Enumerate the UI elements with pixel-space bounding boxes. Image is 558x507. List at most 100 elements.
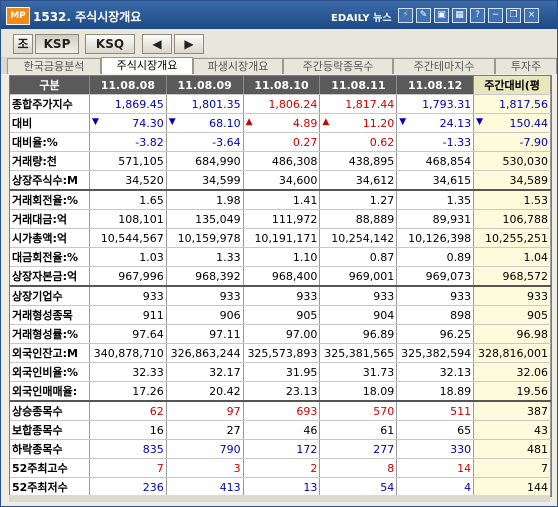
row-label: 거래대금:억 [10, 209, 90, 229]
row-label: 외국인매매율: [10, 381, 90, 402]
tab-stock-market-overview[interactable]: 주식시장개요 [101, 57, 193, 74]
cell-value: 17.26 [132, 384, 164, 398]
table-row[interactable]: 거래형성률:% 97.64 97.11 97.00 96.89 96.25 96.98 [10, 324, 551, 344]
table-cell: 468,854 [396, 151, 475, 171]
tab-weekly-advance-decline[interactable]: 주간등락종목수 [283, 58, 393, 74]
table-cell: 1.33 [166, 247, 244, 267]
restore-icon[interactable]: ❐ [506, 8, 521, 23]
table-cell: 933 [89, 285, 167, 306]
cell-value: 328,816,001 [478, 346, 548, 360]
table-cell: 13 [243, 477, 321, 496]
table-cell: 911 [89, 305, 167, 325]
picture-icon[interactable]: ▣ [434, 8, 449, 23]
ksq-button[interactable]: KSQ [85, 34, 135, 54]
tab-derivatives-overview[interactable]: 파생시장개요 [193, 58, 283, 74]
table-header-row: 구분 11.08.08 11.08.09 11.08.10 11.08.11 11.08.… [10, 76, 551, 95]
table-row[interactable]: 외국인매매율: 17.26 20.42 23.13 18.09 18.89 19.56 [10, 381, 551, 402]
ksp-button[interactable]: KSP [35, 34, 79, 54]
down-arrow-icon: ▼ [168, 116, 176, 127]
table-row[interactable]: 보합종목수 16 27 46 61 65 43 [10, 420, 551, 440]
table-cell: ▼ 24.13 [396, 113, 475, 133]
table-row[interactable]: 상장자본금:억 967,996 968,392 968,400 969,001 969,0… [10, 266, 551, 287]
table-row[interactable]: 하락종목수 835 790 172 277 330 481 [10, 439, 551, 459]
cell-value: 969,001 [348, 269, 395, 283]
table-row[interactable]: 대금회전율:% 1.03 1.33 1.10 0.87 0.89 1.04 [10, 247, 551, 267]
cell-value: 10,159,978 [177, 231, 241, 245]
cell-value: 97.64 [132, 327, 164, 341]
table-row[interactable]: 상승종목수 62 97 693 570 511 387 [10, 400, 551, 421]
table-cell: 898 [396, 305, 475, 325]
table-cell: ▲ 11.20 [319, 113, 398, 133]
table-row[interactable]: 거래량:천 571,105 684,990 486,308 438,895 468,854… [10, 151, 551, 171]
column-header-category[interactable]: 구분 [10, 76, 90, 95]
table-cell: 413 [166, 477, 244, 496]
cell-value: 330 [450, 442, 472, 456]
table-row[interactable]: 52주최고수 7 3 2 8 14 7 [10, 458, 551, 478]
cell-value: 340,878,710 [93, 346, 164, 360]
table-cell: 97 [166, 400, 244, 421]
cell-value: 438,895 [348, 154, 395, 168]
table-row[interactable]: 시가총액:억 10,544,567 10,159,978 10,191,171 10,2… [10, 228, 551, 248]
table-row[interactable]: 52주최저수 236 413 13 54 4 144 [10, 477, 551, 496]
table-cell: 32.06 [473, 362, 551, 382]
column-header[interactable]: 11.08.11 [319, 76, 398, 95]
cell-value: 1,869.45 [114, 97, 164, 111]
title-bar[interactable]: MP 1532. 주식시장개요 EDAILY 뉴스 ⚡ ✎ ▣ ▦ ? − ❐ … [1, 1, 557, 29]
row-label: 대비율:% [10, 132, 90, 152]
grid-icon[interactable]: ▦ [452, 8, 467, 23]
table-cell: 1.98 [166, 189, 244, 210]
table-cell: 97.11 [166, 324, 244, 344]
column-header[interactable]: 주간대비(평 [473, 76, 551, 95]
table-cell: 1.35 [396, 189, 475, 210]
column-header[interactable]: 11.08.12 [396, 76, 475, 95]
cell-value: 0.62 [369, 135, 395, 149]
table-row[interactable]: 상장기업수 933 933 933 933 933 933 [10, 285, 551, 306]
table-cell: 1,793.31 [396, 94, 475, 114]
table-row[interactable]: 대비 ▼ 74.30 ▼ 68.10 ▲ 4.89 ▲ 11.20 ▼ 24.13 ▼ 150.44 [10, 113, 551, 133]
table-row[interactable]: 상장주식수:M 34,520 34,599 34,600 34,612 34,615 34,… [10, 170, 551, 191]
market-overview-table: 구분 11.08.08 11.08.09 11.08.10 11.08.11 11.08.… [9, 75, 552, 497]
table-row[interactable]: 거래회전율:% 1.65 1.98 1.41 1.27 1.35 1.53 [10, 189, 551, 210]
table-cell: 2 [243, 458, 321, 478]
cell-value: 16 [149, 423, 164, 437]
edaily-news-link[interactable]: EDAILY 뉴스 [331, 9, 392, 24]
table-row[interactable]: 거래형성종목 911 906 905 904 898 905 [10, 305, 551, 325]
window-title: 1532. 주식시장개요 [33, 10, 142, 24]
cell-value: 34,599 [202, 173, 241, 187]
table-cell: -3.64 [166, 132, 244, 152]
lightning-icon[interactable]: ⚡ [398, 8, 413, 23]
column-header[interactable]: 11.08.08 [89, 76, 167, 95]
column-header[interactable]: 11.08.10 [243, 76, 321, 95]
table-cell: 511 [396, 400, 475, 421]
close-icon[interactable]: × [524, 8, 539, 23]
table-row[interactable]: 거래대금:억 108,101 135,049 111,972 88,889 89,931 1… [10, 209, 551, 229]
table-cell: 20.42 [166, 381, 244, 402]
cell-value: 905 [296, 308, 318, 322]
cell-value: 3 [233, 461, 241, 475]
table-row[interactable]: 종합주가지수 1,869.45 1,801.35 1,806.24 1,817.44 1,… [10, 94, 551, 114]
cell-value: 693 [296, 404, 318, 418]
horizontal-scrollbar[interactable] [9, 495, 550, 502]
table-row[interactable]: 외국인잔고:M 340,878,710 326,863,244 325,573,893… [10, 343, 551, 363]
tab-korea-finance-analysis[interactable]: 한국금융분석 [7, 58, 101, 74]
cell-value: 97.11 [209, 327, 241, 341]
pencil-icon[interactable]: ✎ [416, 8, 431, 23]
table-row[interactable]: 대비율:% -3.82 -3.64 0.27 0.62 -1.33 -7.90 [10, 132, 551, 152]
next-arrow-icon[interactable]: ▶ [174, 34, 204, 54]
cell-value: 32.06 [516, 365, 549, 379]
help-icon[interactable]: ? [470, 8, 485, 23]
cell-value: 413 [219, 480, 241, 494]
minimize-icon[interactable]: − [488, 8, 503, 23]
tab-investor[interactable]: 투자주 [495, 58, 557, 74]
column-header[interactable]: 11.08.09 [166, 76, 244, 95]
table-row[interactable]: 외국인비율:% 32.33 32.17 31.95 31.73 32.13 32.06 [10, 362, 551, 382]
cell-value: 18.09 [362, 384, 395, 398]
cell-value: 0.27 [292, 135, 318, 149]
tab-weekly-theme-index[interactable]: 주간테마지수 [393, 58, 495, 74]
jo-button[interactable]: 조 [13, 34, 33, 54]
prev-arrow-icon[interactable]: ◀ [142, 34, 172, 54]
table-cell: 236 [89, 477, 167, 496]
cell-value: 7 [541, 461, 548, 475]
table-cell: 97.00 [243, 324, 321, 344]
table-cell: 8 [319, 458, 398, 478]
